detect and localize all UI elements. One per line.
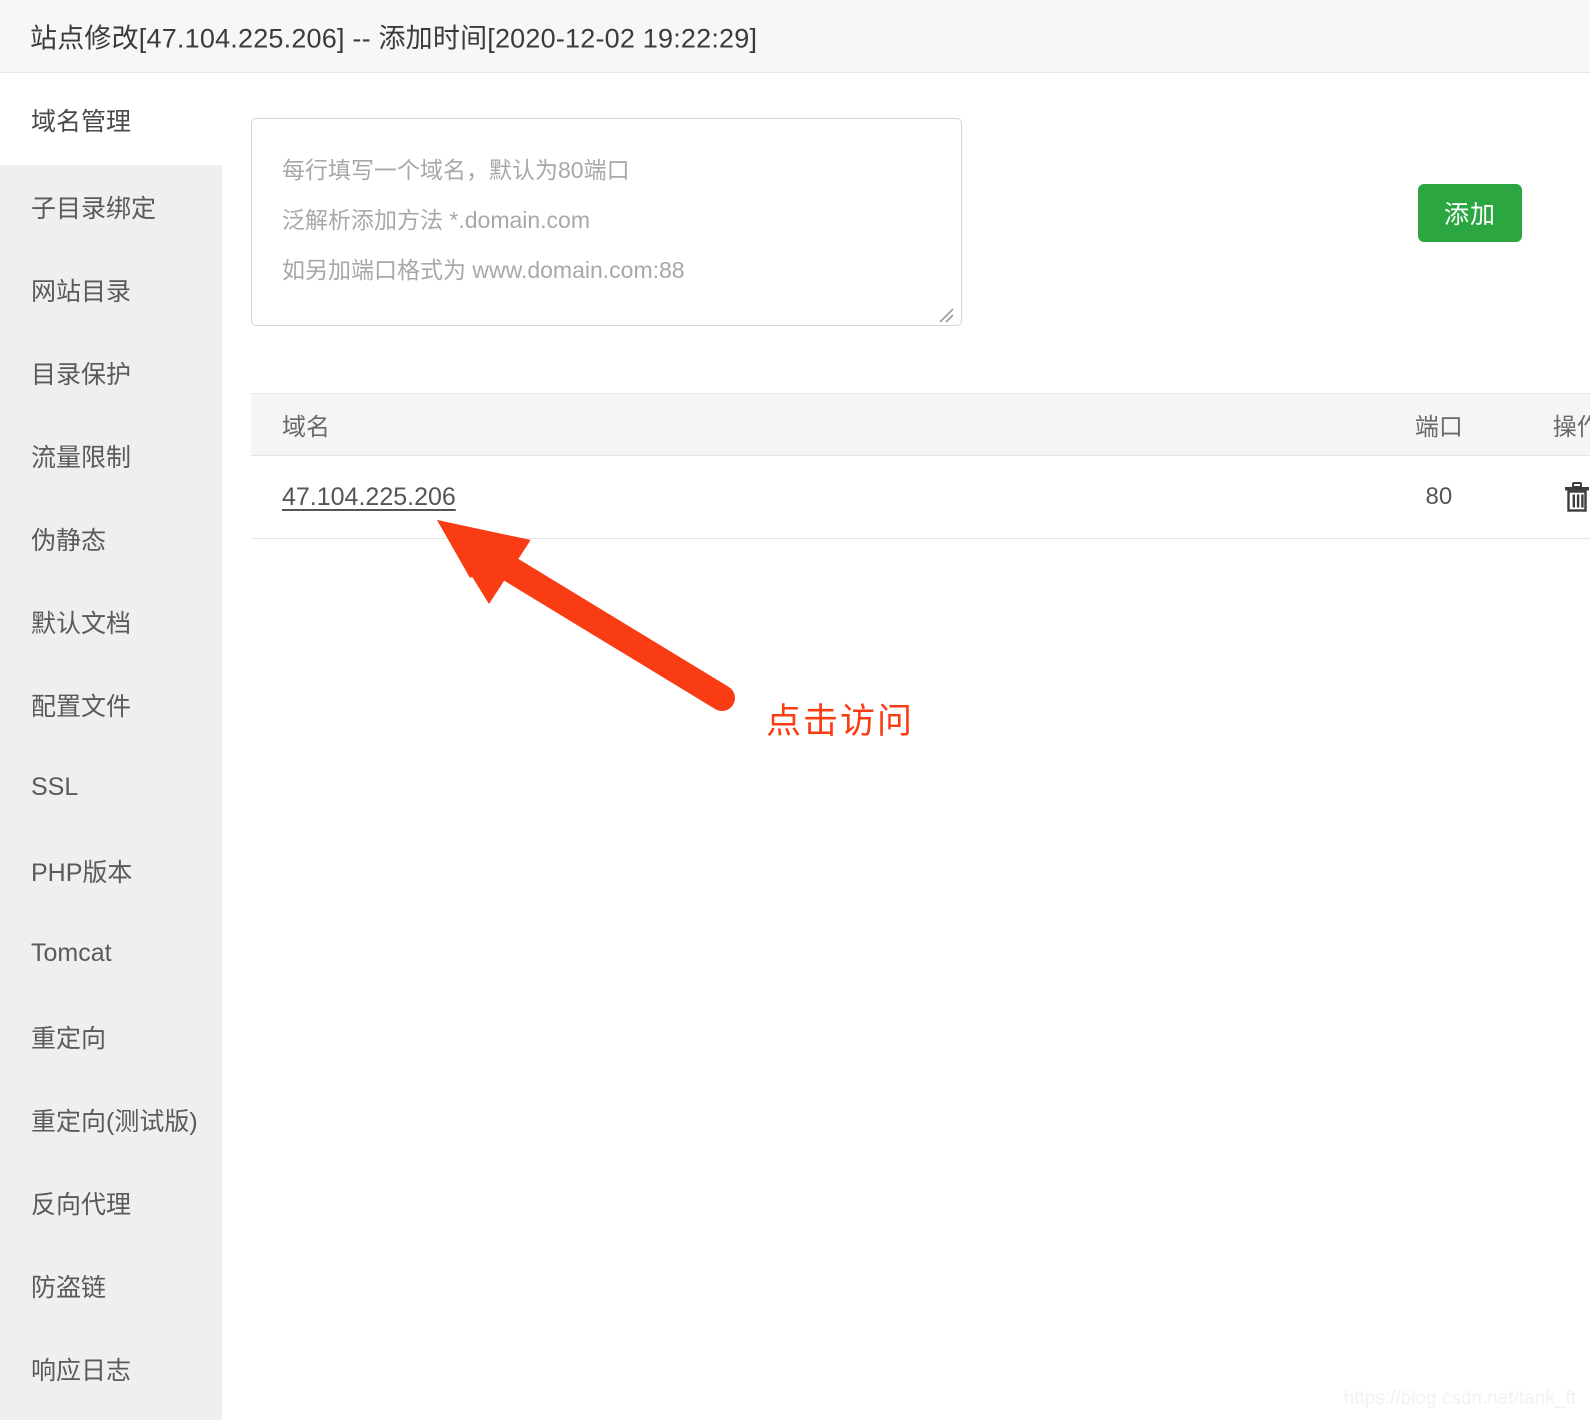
sidebar-item-label: 反向代理 [31,1190,132,1219]
sidebar-item-8[interactable]: SSL [0,746,222,829]
sidebar-item-12[interactable]: 重定向(测试版) [0,1078,222,1161]
cell-action [1502,455,1590,539]
sidebar-item-15[interactable]: 响应日志 [0,1327,222,1410]
sidebar-item-0[interactable]: 域名管理 [0,74,222,165]
sidebar-item-7[interactable]: 配置文件 [0,663,222,746]
sidebar-item-label: 防盗链 [31,1273,107,1302]
sidebar-item-label: 网站目录 [31,277,132,306]
column-header-domain: 域名 [251,393,1376,456]
sidebar-item-1[interactable]: 子目录绑定 [0,165,222,248]
sidebar-item-label: 重定向 [31,1024,107,1053]
sidebar-item-label: PHP版本 [31,858,133,887]
table-header-row: 域名 端口 操作 [251,393,1590,456]
sidebar-item-label: 域名管理 [31,107,132,136]
column-header-action: 操作 [1502,393,1590,456]
sidebar-item-3[interactable]: 目录保护 [0,331,222,414]
sidebar-item-label: 流量限制 [31,443,132,472]
sidebar-item-6[interactable]: 默认文档 [0,580,222,663]
sidebar-item-label: 默认文档 [31,609,132,638]
sidebar-item-label: Tomcat [31,939,112,967]
sidebar-item-11[interactable]: 重定向 [0,995,222,1078]
page-title: 站点修改[47.104.225.206] -- 添加时间[2020-12-02 … [30,23,758,54]
sidebar-item-label: 伪静态 [31,526,107,555]
add-domain-button[interactable]: 添加 [1418,184,1522,242]
sidebar-item-label: 子目录绑定 [31,194,157,223]
sidebar-item-2[interactable]: 网站目录 [0,248,222,331]
table-body: 47.104.225.206 80 [251,455,1590,539]
sidebar-item-label: 响应日志 [31,1356,132,1385]
sidebar-nav: 域名管理子目录绑定网站目录目录保护流量限制伪静态默认文档配置文件 SSL PHP版本… [0,74,222,1420]
column-header-port: 端口 [1375,393,1503,456]
sidebar-item-14[interactable]: 防盗链 [0,1244,222,1327]
sidebar-item-13[interactable]: 反向代理 [0,1161,222,1244]
sidebar-item-label: 配置文件 [31,692,132,721]
cell-port: 80 [1375,455,1503,539]
sidebar-item-4[interactable]: 流量限制 [0,414,222,497]
domain-link[interactable]: 47.104.225.206 [282,483,456,511]
sidebar-item-label: SSL [31,773,79,801]
cell-domain: 47.104.225.206 [251,455,1376,539]
site-edit-panel: 站点修改[47.104.225.206] -- 添加时间[2020-12-02 … [0,0,1590,1420]
sidebar-item-5[interactable]: 伪静态 [0,497,222,580]
domain-table: 域名 端口 操作 47.104.225.206 80 [251,393,1590,539]
sidebar-item-label: 目录保护 [31,360,132,389]
window-header: 站点修改[47.104.225.206] -- 添加时间[2020-12-02 … [0,0,1590,73]
main-content: 添加 域名 端口 操作 47.104.225.206 80 [222,74,1590,1420]
watermark: https://blog.csdn.net/tank_ft [1343,1388,1576,1409]
trash-icon[interactable] [1564,482,1590,512]
domain-input[interactable] [251,118,962,326]
table-row: 47.104.225.206 80 [251,455,1590,539]
table-header: 域名 端口 操作 [251,393,1590,456]
sidebar-item-label: 重定向(测试版) [31,1107,198,1136]
sidebar-item-9[interactable]: PHP版本 [0,829,222,912]
sidebar-item-10[interactable]: Tomcat [0,912,222,995]
